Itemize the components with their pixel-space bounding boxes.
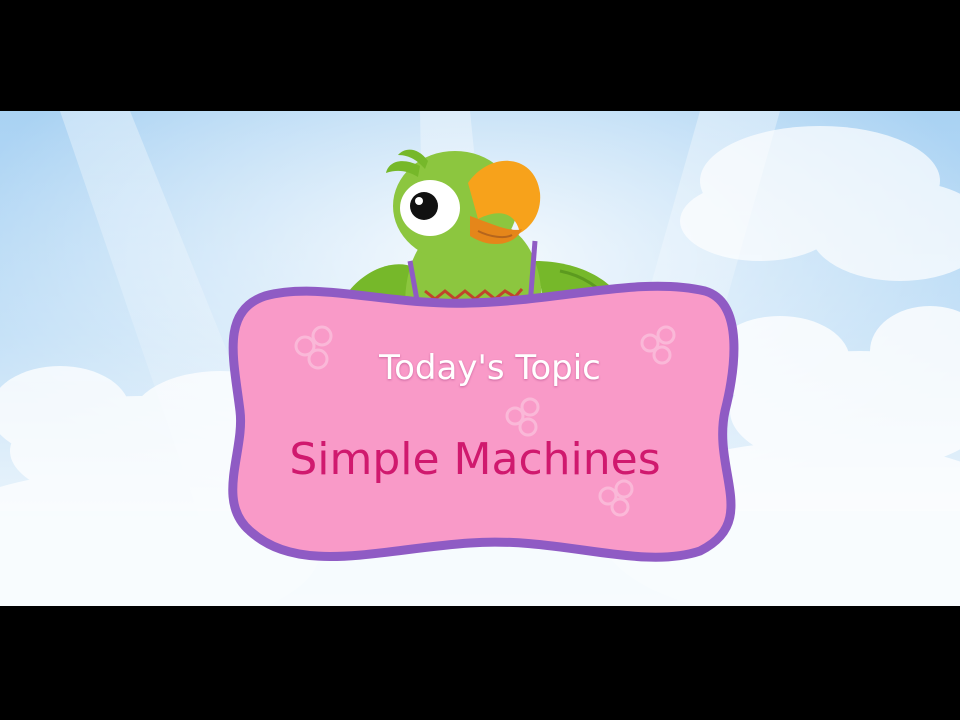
title-card-scene: Today's Topic Simple Machines <box>0 111 960 606</box>
letterbox-top <box>0 0 960 111</box>
sign-topic-title: Simple Machines <box>289 434 661 485</box>
sign-subtitle: Today's Topic <box>379 348 601 388</box>
topic-sign-board <box>228 281 739 562</box>
letterbox-bottom <box>0 606 960 720</box>
